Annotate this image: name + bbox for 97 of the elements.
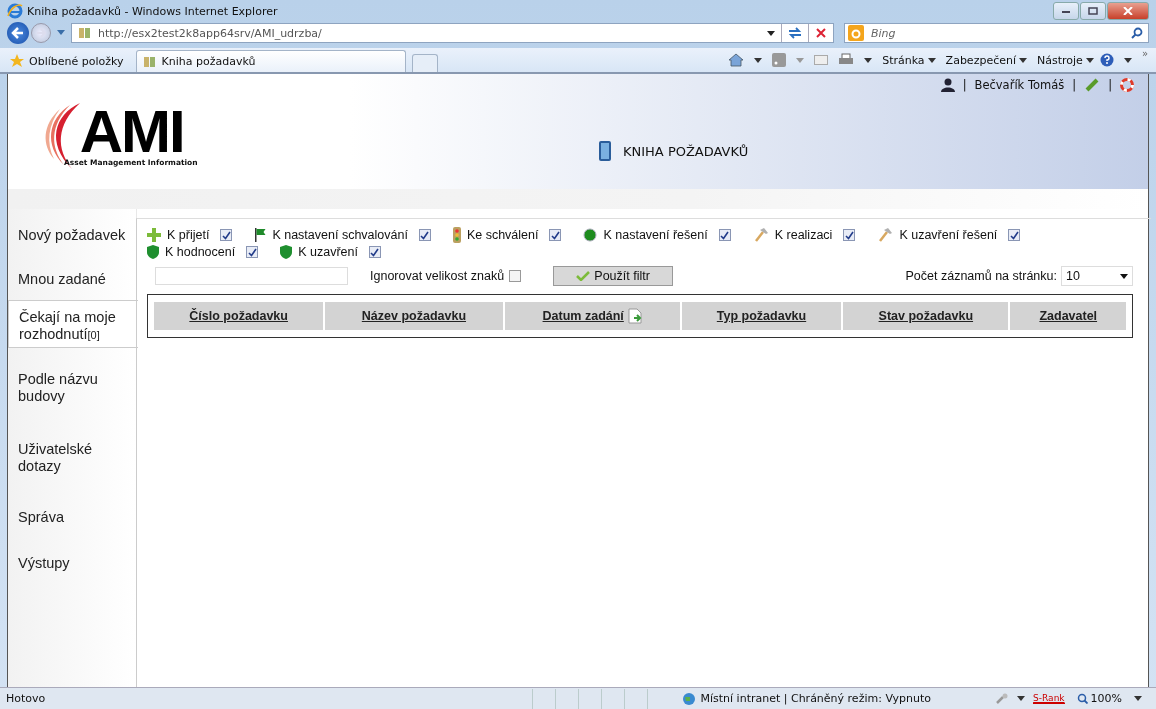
shield-icon [280, 245, 293, 259]
security-zone: Místní intranet | Chráněný režim: Vypnuto [700, 692, 932, 705]
column-header[interactable]: Číslo požadavku [154, 302, 324, 330]
column-header[interactable]: Zadavatel [1010, 302, 1126, 330]
back-arrow-icon [11, 26, 25, 40]
close-button[interactable] [1107, 2, 1149, 20]
refresh-icon[interactable] [788, 27, 802, 39]
filter-checkbox[interactable] [549, 229, 562, 241]
window-title: Kniha požadavků - Windows Internet Explorer [27, 4, 278, 18]
dropdown-caret-icon[interactable] [1123, 57, 1132, 63]
minimize-icon [1061, 8, 1071, 14]
sidebar-item[interactable]: Čekají na moje rozhodnutí[0] [8, 300, 138, 348]
dropdown-caret-icon[interactable] [1017, 696, 1026, 701]
command-menu[interactable]: Nástroje [1037, 53, 1094, 67]
user-name: Bečvařík Tomáš [974, 78, 1065, 92]
caret-icon [927, 57, 936, 63]
lifebuoy-icon[interactable] [1120, 78, 1134, 92]
stop-icon[interactable] [815, 27, 827, 39]
filter-label: Ke schválení [466, 228, 539, 242]
zoom-button[interactable]: 100% [1076, 692, 1122, 705]
filter-label: K realizaci [774, 228, 833, 242]
column-header[interactable]: Název požadavku [325, 302, 503, 330]
favorites-button[interactable]: Oblíbené položky [8, 50, 134, 72]
filter-checkbox[interactable] [368, 246, 381, 258]
column-header[interactable]: Stav požadavku [843, 302, 1009, 330]
address-field[interactable]: http://esx2test2k8app64srv/AMI_udrzba/ [71, 23, 834, 43]
close-icon [1123, 7, 1133, 15]
printer-icon[interactable] [838, 53, 855, 67]
caret-icon [1085, 57, 1094, 63]
filter-text-field[interactable] [155, 267, 348, 285]
back-button[interactable] [7, 22, 29, 44]
status-dot-icon [583, 228, 598, 242]
hammer-icon [752, 227, 769, 243]
page-size-select[interactable]: 10 [1061, 266, 1133, 286]
browser-tab[interactable]: Kniha požadavků [135, 50, 406, 72]
filter-checkbox[interactable] [246, 246, 259, 258]
page-title: KNIHA POŽADAVKŮ [623, 143, 749, 159]
sidebar-item[interactable]: Správa [8, 488, 136, 536]
sidebar-item[interactable]: Nový požadavek [8, 209, 136, 252]
hammer-icon [877, 227, 894, 243]
caret-icon [1019, 57, 1027, 63]
filter-label: K hodnocení [165, 245, 236, 259]
apply-filter-button[interactable]: Použít filtr [553, 266, 674, 286]
filter-label: K přijetí [167, 228, 210, 242]
magnifier-icon [1076, 693, 1088, 704]
filter-label: K uzavření řešení [899, 228, 998, 242]
sidebar-item[interactable]: Uživatelské dotazy [8, 418, 136, 488]
help-icon[interactable] [1099, 53, 1114, 67]
filter-checkbox[interactable] [418, 229, 431, 241]
ie-logo-icon [7, 3, 23, 19]
star-icon [10, 54, 24, 68]
checkmark-icon [576, 271, 591, 281]
dropdown-caret-icon[interactable] [754, 57, 763, 63]
book-icon [142, 55, 157, 68]
dropdown-caret-icon[interactable] [864, 57, 873, 63]
overflow-chevron[interactable]: » [1141, 48, 1148, 59]
globe-icon [682, 691, 697, 706]
dropdown-caret-icon[interactable] [1134, 696, 1142, 701]
logo-text: AMI [79, 105, 184, 158]
filter-label: K nastavení schvalování [272, 228, 408, 242]
filter-checkbox[interactable] [718, 229, 731, 241]
shield-icon [147, 245, 159, 259]
maximize-button[interactable] [1080, 2, 1106, 20]
sidebar-item[interactable]: Výstupy [8, 536, 136, 584]
filter-checkbox[interactable] [1008, 229, 1021, 241]
column-header[interactable]: Typ požadavku [681, 302, 842, 330]
command-menu[interactable]: Zabezpečení [945, 53, 1027, 67]
plus-icon [147, 228, 161, 242]
sort-icon[interactable] [627, 308, 642, 324]
separator: | [962, 78, 967, 92]
user-icon [940, 78, 955, 92]
ignore-case-checkbox[interactable] [509, 270, 522, 282]
column-header[interactable]: Datum zadání [504, 302, 680, 330]
flag-icon [254, 228, 267, 242]
search-icon[interactable] [1131, 27, 1143, 39]
home-icon[interactable] [728, 53, 745, 67]
maximize-icon [1088, 7, 1098, 15]
command-menu[interactable]: Stránka [882, 53, 936, 67]
filter-checkbox[interactable] [843, 229, 856, 241]
filter-label: K nastavení řešení [603, 228, 708, 242]
rank-link[interactable]: S-Rank [1033, 693, 1065, 704]
sidebar-item[interactable]: Podle názvu budovy [8, 348, 136, 418]
status-text: Hotovo [6, 692, 46, 705]
book-icon [597, 140, 613, 162]
book-icon [78, 27, 92, 39]
ignore-case-label: Ignorovat velikost znaků [370, 269, 505, 283]
search-field[interactable]: Bing [844, 23, 1149, 43]
separator: | [1072, 78, 1077, 92]
caret-icon [1120, 273, 1128, 279]
minimize-button[interactable] [1053, 2, 1079, 20]
filter-label: K uzavření [298, 245, 358, 259]
traffic-light-icon [452, 227, 461, 243]
filter-checkbox[interactable] [220, 229, 233, 241]
page-size-label: Počet záznamů na stránku: [905, 269, 1057, 283]
dropdown-caret-icon[interactable] [767, 30, 775, 36]
sidebar-item[interactable]: Mnou zadané [8, 252, 136, 300]
separator: | [1108, 78, 1112, 92]
